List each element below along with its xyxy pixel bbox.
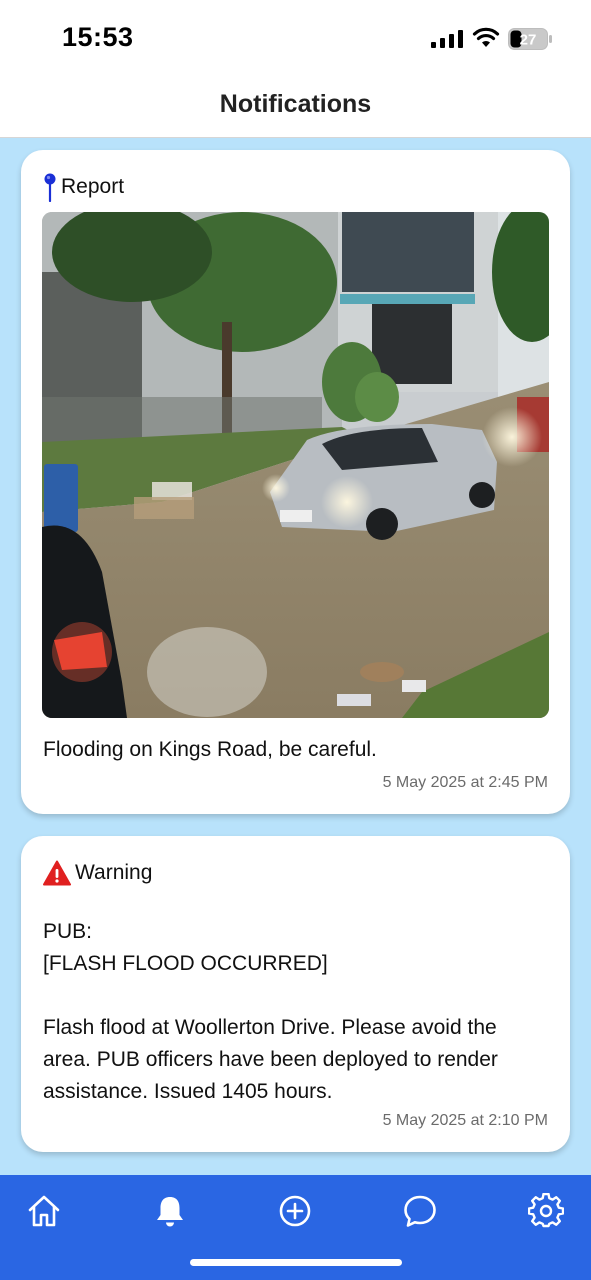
gear-icon	[528, 1193, 564, 1228]
tab-settings[interactable]	[526, 1191, 566, 1231]
page-title: Notifications	[219, 90, 372, 118]
home-icon	[28, 1195, 60, 1227]
tab-home[interactable]	[24, 1191, 64, 1231]
plus-circle-icon	[279, 1195, 311, 1227]
notification-timestamp: 5 May 2025 at 2:10 PM	[382, 1112, 548, 1129]
notification-header: Warning	[43, 858, 152, 888]
battery-icon: 27	[508, 28, 552, 50]
notification-header: Report	[43, 172, 124, 202]
report-photo[interactable]	[42, 212, 549, 718]
bottom-tab-bar	[0, 1175, 591, 1280]
warning-icon	[43, 860, 71, 886]
header: Notifications	[0, 72, 591, 138]
notifications-list[interactable]: Report Flooding on Kings Road, be carefu…	[0, 138, 591, 1175]
tab-chat[interactable]	[400, 1191, 440, 1231]
status-time: 15:53	[62, 22, 134, 52]
cellular-signal-icon	[431, 30, 463, 48]
notification-card-report[interactable]: Report Flooding on Kings Road, be carefu…	[21, 150, 570, 814]
chat-bubble-icon	[404, 1195, 436, 1227]
notification-text: PUB: [FLASH FLOOD OCCURRED] Flash flood …	[43, 920, 498, 1103]
notification-timestamp: 5 May 2025 at 2:45 PM	[382, 774, 548, 791]
bell-icon	[157, 1197, 183, 1227]
notification-card-warning[interactable]: Warning PUB: [FLASH FLOOD OCCURRED] Flas…	[21, 836, 570, 1152]
tab-add[interactable]	[275, 1191, 315, 1231]
notification-text: Flooding on Kings Road, be careful.	[43, 738, 377, 761]
pin-icon	[44, 173, 56, 202]
tab-notifications[interactable]	[150, 1191, 190, 1231]
home-indicator[interactable]	[190, 1259, 402, 1266]
status-bar: 15:53 27	[0, 0, 591, 72]
notification-type-label: Report	[61, 175, 125, 198]
battery-level: 27	[520, 32, 537, 49]
wifi-icon	[472, 27, 500, 47]
notification-type-label: Warning	[75, 861, 153, 884]
